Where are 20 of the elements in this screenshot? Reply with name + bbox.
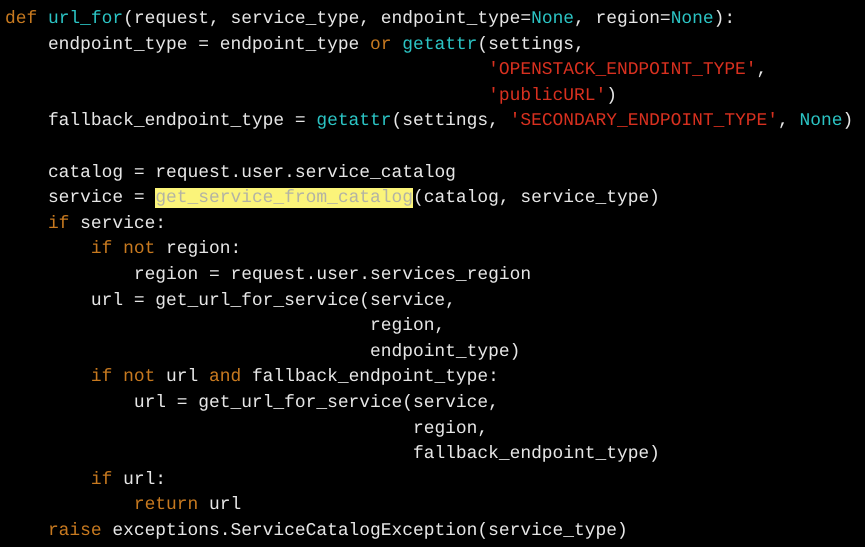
code-line: 'OPENSTACK_ENDPOINT_TYPE', [488, 60, 768, 80]
code-line: region, [370, 316, 446, 336]
code-line: url = get_url_for_service(service, [90, 290, 456, 311]
code-line: raise exceptions.ServiceCatalogException(service_type) [48, 520, 628, 541]
code-line: service = get_service_from_catalog(catalog, service_type) [48, 188, 660, 208]
code-line: if service: [48, 214, 166, 234]
code-line: url = get_url_for_service(service, [134, 392, 499, 413]
code-line: catalog = request.user.service_catalog [48, 162, 456, 183]
code-line: region, [412, 418, 488, 438]
code-line: if not url and fallback_endpoint_type: [90, 367, 499, 388]
code-line: endpoint_type = endpoint_type or getattr(settings, [48, 34, 585, 55]
code-line: fallback_endpoint_type = getattr(settings, 'SECONDARY_ENDPOINT_TYPE', None) [48, 111, 854, 132]
code-line: fallback_endpoint_type) [412, 444, 660, 464]
code-line: if url: [90, 470, 166, 490]
code-line: region = request.user.services_region [134, 264, 532, 285]
code-line: endpoint_type) [370, 342, 520, 362]
code-line: def url_for(request, service_type, endpoint_type=None, region=None): [5, 9, 736, 29]
code-line: if not region: [90, 239, 242, 260]
code-line: 'publicURL') [488, 86, 617, 106]
code-line: return url [134, 495, 242, 516]
